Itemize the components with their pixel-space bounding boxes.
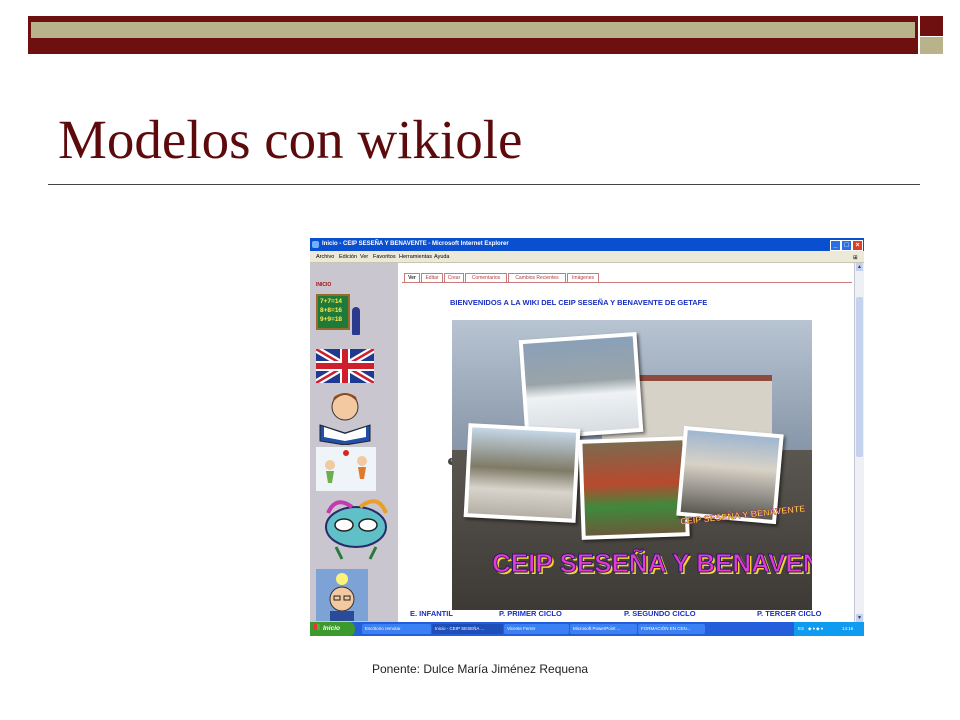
cycle-links: E. INFANTIL P. PRIMER CICLO P. SEGUNDO C… xyxy=(410,609,850,619)
uk-flag-image[interactable] xyxy=(316,349,374,383)
title-divider xyxy=(48,184,920,185)
boy-reading-image[interactable] xyxy=(316,385,374,445)
task-formacion[interactable]: FORMACIÓN EN CEN... xyxy=(638,624,705,634)
start-button[interactable]: Inicio xyxy=(310,622,355,636)
wiki-sidebar: INICIO 7+7=14 8+8=16 9+9=18 xyxy=(310,263,398,622)
menu-favoritos[interactable]: Favoritos xyxy=(373,254,396,260)
menu-ayuda[interactable]: Ayuda xyxy=(434,254,450,260)
math-board-image[interactable]: 7+7=14 8+8=16 9+9=18 xyxy=(316,294,350,330)
task-inicio-ceip[interactable]: Inicio - CEIP SESEÑA ... xyxy=(432,624,503,634)
photo-school-building-fill xyxy=(680,430,780,520)
slide-top-band xyxy=(28,16,943,54)
wiki-page: INICIO 7+7=14 8+8=16 9+9=18 Ver Editar C… xyxy=(310,263,864,622)
ie-menu-bar: Archivo Edición Ver Favoritos Herramient… xyxy=(310,251,864,263)
link-primer-ciclo[interactable]: P. PRIMER CICLO xyxy=(499,609,562,618)
maximize-icon[interactable]: □ xyxy=(841,240,852,251)
close-icon[interactable]: × xyxy=(852,240,863,251)
photo-playground xyxy=(463,423,581,523)
carnival-mask-image[interactable] xyxy=(316,491,396,563)
menu-edicion[interactable]: Edición xyxy=(339,254,357,260)
kids-playing-image[interactable] xyxy=(316,447,376,491)
scroll-down-icon[interactable]: ▼ xyxy=(856,614,863,622)
page-scrollbar[interactable]: ▲ ▼ xyxy=(854,263,864,622)
teacher-figure-icon xyxy=(352,307,360,335)
math-line-1: 7+7=14 xyxy=(320,298,343,305)
photo-snowy-yard xyxy=(518,332,644,440)
slide-title: Modelos con wikiole xyxy=(58,109,523,170)
browser-screenshot: Inicio - CEIP SESEÑA Y BENAVENTE - Micro… xyxy=(310,238,864,636)
ie-icon xyxy=(312,241,319,248)
system-tray: ES ◆●◆● 14:16 xyxy=(794,622,864,636)
slide-footer: Ponente: Dulce María Jiménez Requena xyxy=(371,662,589,676)
collage-banner-text: CEIP SESEÑA Y BENAVENTE xyxy=(492,548,813,579)
task-vicente-ferrer[interactable]: Vicente Ferrer xyxy=(504,624,569,634)
ie-title-bar: Inicio - CEIP SESEÑA Y BENAVENTE - Micro… xyxy=(310,238,864,251)
link-e-infantil[interactable]: E. INFANTIL xyxy=(410,609,453,618)
photo-playground-fill xyxy=(467,427,577,519)
link-tercer-ciclo[interactable]: P. TERCER CICLO xyxy=(757,609,821,618)
start-label: Inicio xyxy=(323,625,340,632)
photo-snowy-yard-fill xyxy=(522,336,640,436)
band-square-dark xyxy=(920,16,943,36)
wiki-welcome-heading: BIENVENIDOS A LA WIKI DEL CEIP SESEÑA Y … xyxy=(450,298,708,307)
scroll-thumb[interactable] xyxy=(856,297,863,457)
band-square-olive xyxy=(920,37,943,54)
sidebar-inicio-label[interactable]: INICIO xyxy=(316,282,331,288)
menu-ver[interactable]: Ver xyxy=(360,254,368,260)
menu-archivo[interactable]: Archivo xyxy=(316,254,334,260)
tabs-underline xyxy=(402,282,852,283)
school-photo-collage[interactable]: CEIP SESEÑA Y BENAVENTE CEIP SESEÑA Y BE… xyxy=(452,320,812,610)
ie-window-title: Inicio - CEIP SESEÑA Y BENAVENTE - Micro… xyxy=(322,241,509,247)
windows-taskbar: Inicio Escritorio remotar Inicio - CEIP … xyxy=(310,622,864,636)
tray-clock[interactable]: 14:16 xyxy=(842,626,853,631)
band-olive-bar xyxy=(31,22,915,38)
minimize-icon[interactable]: _ xyxy=(830,240,841,251)
math-line-3: 9+9=18 xyxy=(320,316,343,323)
task-escritorio-remoto[interactable]: Escritorio remotar xyxy=(362,624,431,634)
lightbulb-thinker-image[interactable] xyxy=(316,569,368,621)
scroll-up-icon[interactable]: ▲ xyxy=(856,263,863,271)
tray-language[interactable]: ES xyxy=(798,626,804,631)
photo-classroom xyxy=(578,436,690,540)
windows-flag-icon: ⊞ xyxy=(853,255,858,261)
windows-logo-icon xyxy=(314,624,320,630)
task-powerpoint[interactable]: Microsoft PowerPoint ... xyxy=(570,624,637,634)
link-segundo-ciclo[interactable]: P. SEGUNDO CICLO xyxy=(624,609,696,618)
math-line-2: 8+8=16 xyxy=(320,307,343,314)
tray-icons[interactable]: ◆●◆● xyxy=(808,626,824,632)
menu-herramientas[interactable]: Herramientas xyxy=(399,254,432,260)
photo-classroom-fill xyxy=(582,440,686,536)
